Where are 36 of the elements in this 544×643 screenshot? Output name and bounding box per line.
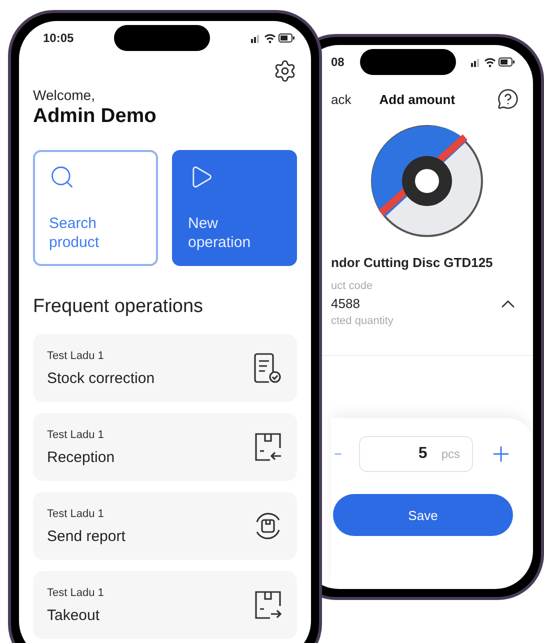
document-check-icon <box>253 352 283 384</box>
code-label: uct code <box>331 280 374 292</box>
status-time: 08 <box>331 55 344 69</box>
search-icon <box>49 164 75 190</box>
warehouse-name: Test Ladu 1 <box>47 586 104 598</box>
status-time: 10:05 <box>43 31 74 45</box>
status-icons <box>470 56 515 68</box>
help-icon[interactable] <box>497 88 519 110</box>
quantity-field[interactable]: 5 pcs <box>359 436 473 472</box>
save-button[interactable]: Save <box>333 494 513 536</box>
box-cycle-icon <box>253 510 283 542</box>
operation-item[interactable]: Test Ladu 1 Takeout <box>33 571 297 639</box>
welcome-text: Welcome, <box>33 87 96 103</box>
box-arrow-right-icon <box>253 589 283 621</box>
section-title: Frequent operations <box>33 296 204 318</box>
operation-name: Stock correction <box>47 370 155 386</box>
operation-item[interactable]: Test Ladu 1 Stock correction <box>33 334 297 402</box>
operation-name: Reception <box>47 448 115 466</box>
settings-icon[interactable] <box>273 59 297 83</box>
quantity-label: cted quantity <box>331 315 394 327</box>
operation-name: Takeout <box>47 606 101 624</box>
warehouse-name: Test Ladu 1 <box>47 508 105 520</box>
operation-item[interactable]: Test Ladu 1 Send report <box>33 492 297 560</box>
search-product-card[interactable]: Search product <box>33 150 158 266</box>
warehouse-name: Test Ladu 1 <box>47 428 105 440</box>
status-icons <box>250 32 295 44</box>
warehouse-name: Test Ladu 1 <box>47 350 105 362</box>
operation-item[interactable]: Test Ladu 1 Reception <box>33 413 297 481</box>
screen-title: Add amount <box>379 92 456 106</box>
code-value: 4588 <box>331 296 361 311</box>
back-link[interactable]: ack <box>331 92 352 106</box>
product-name: ndor Cutting Disc GTD125 <box>331 255 494 270</box>
box-arrow-left-icon <box>253 431 283 463</box>
new-operation-card[interactable]: New operation <box>172 150 297 266</box>
user-name: Admin Demo <box>33 105 158 128</box>
operation-name: Send report <box>47 528 126 544</box>
